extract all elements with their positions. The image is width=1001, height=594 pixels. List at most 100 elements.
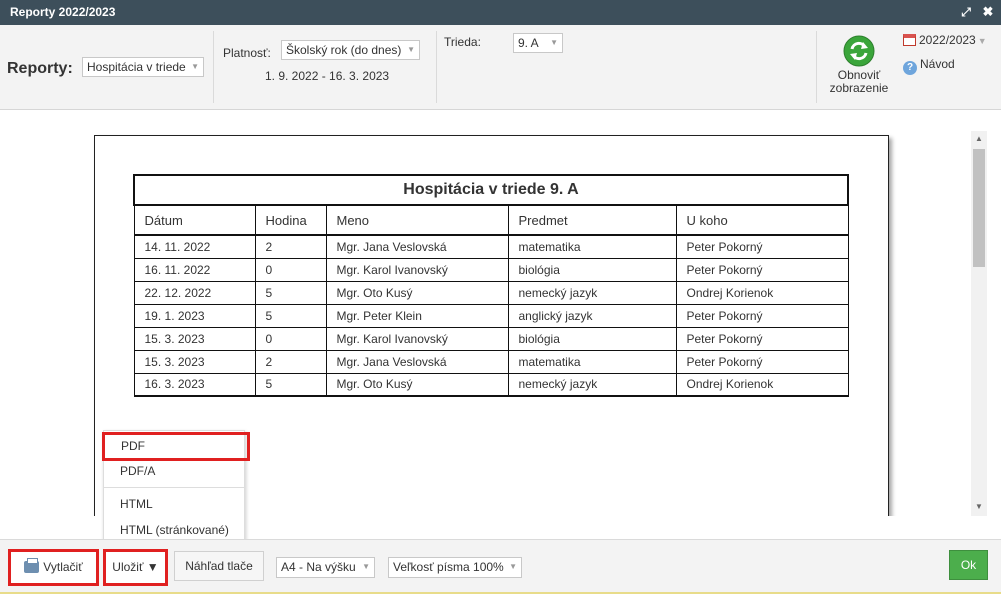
ok-button[interactable]: Ok [949,550,988,580]
table-cell: 0 [254,326,327,351]
vertical-scrollbar[interactable]: ▲ ▼ [971,131,987,516]
menu-divider [104,487,244,488]
scroll-down-icon[interactable]: ▼ [971,499,987,515]
menu-item-html[interactable]: HTML [104,492,244,516]
table-cell: 16. 11. 2022 [133,257,256,282]
table-cell: Mgr. Oto Kusý [325,280,509,305]
chevron-down-icon: ▼ [509,562,517,571]
bottom-toolbar: Vytlačiť Uložiť ▼ Náhľad tlače A4 - Na v… [0,539,1001,594]
table-cell: 5 [254,280,327,305]
window-titlebar: Reporty 2022/2023 ⤢ ✖ [0,0,1001,25]
table-cell: anglický jazyk [507,303,677,328]
table-cell: 15. 3. 2023 [133,326,256,351]
help-link[interactable]: ? Návod [903,57,955,75]
menu-item-pdf[interactable]: PDF [102,432,250,461]
table-cell: matematika [507,349,677,374]
platnost-value: Školský rok (do dnes) [286,43,402,57]
print-button[interactable]: Vytlačiť [8,549,99,586]
report-type-select[interactable]: Hospitácia v triede ▼ [82,57,204,77]
print-label: Vytlačiť [43,560,83,574]
printer-icon [24,558,40,573]
trieda-select[interactable]: 9. A ▼ [513,33,563,53]
table-cell: biológia [507,326,677,351]
table-cell: 2 [254,349,327,374]
divider [436,31,437,103]
table-cell: biológia [507,257,677,282]
page-format-select[interactable]: A4 - Na výšku ▼ [276,557,375,578]
table-cell: 5 [254,372,327,397]
table-cell: Ondrej Korienok [675,372,849,397]
table-cell: nemecký jazyk [507,372,677,397]
table-cell: Peter Pokorný [675,349,849,374]
chevron-down-icon: ▼ [191,62,199,71]
font-size-value: Veľkosť písma 100% [393,560,504,574]
school-year-select[interactable]: 2022/2023 ▼ [903,33,987,47]
scroll-up-icon[interactable]: ▲ [971,131,987,147]
column-header: Hodina [254,204,327,236]
table-cell: Peter Pokorný [675,257,849,282]
table-cell: 14. 11. 2022 [133,234,256,259]
save-button[interactable]: Uložiť ▼ [103,549,168,586]
school-year-value: 2022/2023 [919,33,976,47]
report-title: Hospitácia v triede 9. A [133,174,849,206]
table-row: 15. 3. 2023 2 Mgr. Jana Veslovská matematik… [133,349,849,374]
column-header: U koho [675,204,849,236]
table-cell: Mgr. Jana Veslovská [325,234,509,259]
table-cell: 0 [254,257,327,282]
print-preview-label: Náhľad tlače [185,559,253,573]
refresh-icon [843,35,875,67]
table-row: 15. 3. 2023 0 Mgr. Karol Ivanovský biológia… [133,326,849,351]
table-cell: Mgr. Oto Kusý [325,372,509,397]
table-row: 14. 11. 2022 2 Mgr. Jana Veslovská matemati… [133,234,849,259]
print-preview-button[interactable]: Náhľad tlače [174,551,264,581]
menu-item-pdfa[interactable]: PDF/A [104,459,244,483]
table-cell: 22. 12. 2022 [133,280,256,305]
table-cell: nemecký jazyk [507,280,677,305]
calendar-icon [903,34,916,46]
close-icon[interactable]: ✖ [980,4,996,20]
refresh-label-line2: zobrazenie [829,81,889,95]
table-cell: Mgr. Jana Veslovská [325,349,509,374]
filter-toolbar: Reporty: Hospitácia v triede ▼ Platnosť:… [0,25,1001,110]
report-table: Hospitácia v triede 9. A Dátum Hodina Me… [133,174,849,397]
table-cell: Peter Pokorný [675,234,849,259]
save-label: Uložiť ▼ [112,560,159,574]
maximize-icon[interactable]: ⤢ [958,4,974,20]
trieda-label: Trieda: [444,35,481,49]
help-icon: ? [903,61,917,75]
table-cell: Mgr. Peter Klein [325,303,509,328]
table-row: 19. 1. 2023 5 Mgr. Peter Klein anglický jaz… [133,303,849,328]
table-cell: 5 [254,303,327,328]
column-header: Dátum [133,204,256,236]
scrollbar-thumb[interactable] [973,149,985,267]
trieda-value: 9. A [518,36,539,50]
window-title: Reporty 2022/2023 [10,5,116,19]
table-row: 22. 12. 2022 5 Mgr. Oto Kusý nemecký jazyk O… [133,280,849,305]
chevron-down-icon: ▼ [362,562,370,571]
table-cell: Ondrej Korienok [675,280,849,305]
reporty-label: Reporty: [7,60,73,77]
save-format-menu: PDF PDF/A HTML HTML (stránkované) [102,430,250,550]
font-size-select[interactable]: Veľkosť písma 100% ▼ [388,557,522,578]
help-label: Návod [920,57,955,71]
table-cell: 2 [254,234,327,259]
refresh-button[interactable]: Obnoviť zobrazenie [826,35,892,97]
table-cell: Mgr. Karol Ivanovský [325,326,509,351]
divider [816,31,817,103]
report-type-value: Hospitácia v triede [87,60,186,74]
chevron-down-icon: ▼ [407,45,415,54]
table-cell: Peter Pokorný [675,326,849,351]
page-format-value: A4 - Na výšku [281,560,356,574]
divider [213,31,214,103]
platnost-label: Platnosť: [223,46,271,60]
platnost-select[interactable]: Školský rok (do dnes) ▼ [281,40,420,60]
chevron-down-icon: ▼ [550,38,558,47]
table-cell: 16. 3. 2023 [133,372,256,397]
date-range-text: 1. 9. 2022 - 16. 3. 2023 [265,69,390,83]
table-cell: Mgr. Karol Ivanovský [325,257,509,282]
table-cell: 15. 3. 2023 [133,349,256,374]
column-header: Predmet [507,204,677,236]
table-cell: matematika [507,234,677,259]
table-row: 16. 11. 2022 0 Mgr. Karol Ivanovský biológi… [133,257,849,282]
table-cell: Peter Pokorný [675,303,849,328]
